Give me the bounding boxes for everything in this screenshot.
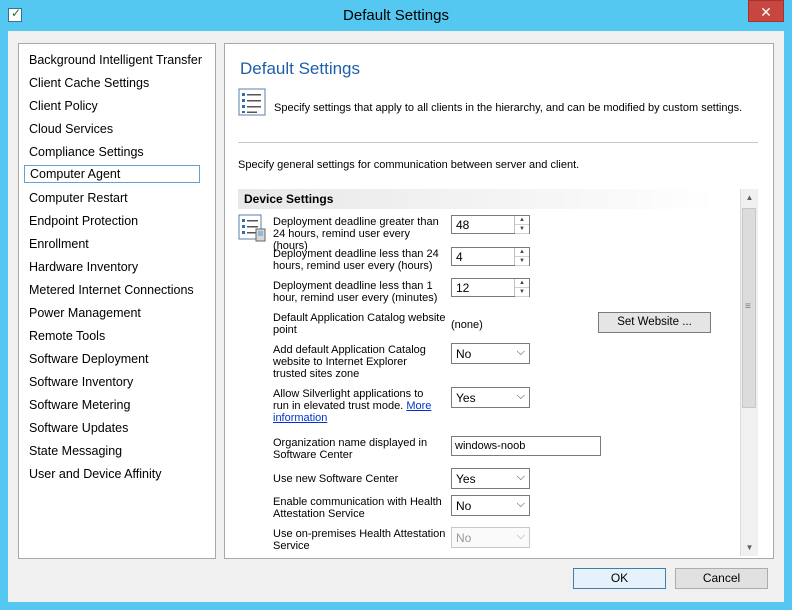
nav-item-compliance-settings[interactable]: Compliance Settings <box>24 143 200 161</box>
silverlight-label: Allow Silverlight applications to run in… <box>273 388 438 424</box>
deadline-lt1-value: 12 <box>456 281 470 295</box>
spin-up-icon[interactable]: ▲ <box>515 248 529 257</box>
add-catalog-ie-value: No <box>456 347 472 361</box>
deadline-lt24-label: Deployment deadline less than 24 hours, … <box>273 248 439 272</box>
device-settings-header: Device Settings <box>238 189 716 209</box>
dialog-client-area: Background Intelligent Transfer Client C… <box>8 31 784 602</box>
new-software-center-label: Use new Software Center <box>273 473 399 485</box>
nav-item-computer-agent[interactable]: Computer Agent <box>24 165 200 183</box>
settings-nav-list: Background Intelligent Transfer Client C… <box>18 43 216 559</box>
nav-item-user-and-device-affinity[interactable]: User and Device Affinity <box>24 465 200 483</box>
nav-item-client-policy[interactable]: Client Policy <box>24 97 200 115</box>
catalog-point-label: Default Application Catalog website poin… <box>273 312 446 336</box>
settings-content-panel: Default Settings Specify settings that a… <box>224 43 774 559</box>
nav-item-client-cache-settings[interactable]: Client Cache Settings <box>24 74 200 92</box>
onprem-health-label: Use on-premises Health Attestation Servi… <box>273 528 446 552</box>
cancel-button[interactable]: Cancel <box>675 568 768 589</box>
org-name-value: windows-noob <box>455 440 526 452</box>
group-title: Device Settings <box>244 192 334 206</box>
settings-list-icon <box>238 88 266 116</box>
nav-item-remote-tools[interactable]: Remote Tools <box>24 327 200 345</box>
page-title: Default Settings <box>240 59 361 78</box>
org-name-input[interactable]: windows-noob <box>451 436 601 456</box>
silverlight-text: Allow Silverlight applications to run in… <box>273 388 424 412</box>
nav-item-endpoint-protection[interactable]: Endpoint Protection <box>24 212 200 230</box>
nav-item-software-updates[interactable]: Software Updates <box>24 419 200 437</box>
spin-up-icon[interactable]: ▲ <box>515 279 529 288</box>
silverlight-select[interactable]: Yes ⌵ <box>451 387 530 408</box>
nav-item-cloud-services[interactable]: Cloud Services <box>24 120 200 138</box>
settings-description: Specify settings that apply to all clien… <box>274 102 743 114</box>
health-attestation-select[interactable]: No ⌵ <box>451 495 530 516</box>
nav-item-state-messaging[interactable]: State Messaging <box>24 442 200 460</box>
spin-up-icon[interactable]: ▲ <box>515 216 529 225</box>
nav-item-software-inventory[interactable]: Software Inventory <box>24 373 200 391</box>
nav-item-software-metering[interactable]: Software Metering <box>24 396 200 414</box>
onprem-health-value: No <box>456 531 472 545</box>
set-website-button[interactable]: Set Website ... <box>598 312 711 333</box>
nav-item-enrollment[interactable]: Enrollment <box>24 235 200 253</box>
silverlight-value: Yes <box>456 391 476 405</box>
separator <box>238 142 758 143</box>
spin-down-icon[interactable]: ▼ <box>515 257 529 266</box>
general-description: Specify general settings for communicati… <box>238 159 580 171</box>
add-catalog-ie-select[interactable]: No ⌵ <box>451 343 530 364</box>
spin-down-icon[interactable]: ▼ <box>515 288 529 297</box>
deadline-lt24-value: 4 <box>456 250 463 264</box>
vertical-scrollbar[interactable]: ▲ ≡ ▼ <box>740 189 758 556</box>
grip-icon: ≡ <box>745 301 751 312</box>
computer-agent-icon <box>238 214 266 242</box>
nav-item-power-management[interactable]: Power Management <box>24 304 200 322</box>
deadline-lt24-stepper[interactable]: 4 ▲ ▼ <box>451 247 530 266</box>
onprem-health-select: No ⌵ <box>451 527 530 548</box>
new-software-center-select[interactable]: Yes ⌵ <box>451 468 530 489</box>
nav-item-computer-restart[interactable]: Computer Restart <box>24 189 200 207</box>
deadline-gt24-stepper[interactable]: 48 ▲ ▼ <box>451 215 530 234</box>
chevron-down-icon: ⌵ <box>516 471 525 483</box>
title-bar: ✓ Default Settings ✕ <box>0 0 792 31</box>
catalog-point-value: (none) <box>451 319 483 331</box>
chevron-down-icon: ⌵ <box>516 390 525 402</box>
scroll-up-icon[interactable]: ▲ <box>741 189 758 206</box>
scroll-down-icon[interactable]: ▼ <box>741 539 758 556</box>
ok-button[interactable]: OK <box>573 568 666 589</box>
deadline-gt24-value: 48 <box>456 218 470 232</box>
health-attestation-value: No <box>456 499 472 513</box>
health-attestation-label: Enable communication with Health Attesta… <box>273 496 442 520</box>
deadline-gt24-label: Deployment deadline greater than 24 hour… <box>273 216 439 252</box>
deadline-lt1-stepper[interactable]: 12 ▲ ▼ <box>451 278 530 297</box>
scroll-thumb[interactable]: ≡ <box>742 208 756 408</box>
nav-item-background-intelligent-transfer[interactable]: Background Intelligent Transfer <box>24 51 202 69</box>
new-software-center-value: Yes <box>456 472 476 486</box>
add-catalog-ie-label: Add default Application Catalog website … <box>273 344 426 380</box>
nav-item-software-deployment[interactable]: Software Deployment <box>24 350 200 368</box>
close-button[interactable]: ✕ <box>748 0 784 22</box>
nav-item-metered-internet-connections[interactable]: Metered Internet Connections <box>24 281 200 299</box>
window-title: Default Settings <box>343 7 449 24</box>
nav-item-hardware-inventory[interactable]: Hardware Inventory <box>24 258 200 276</box>
org-name-label: Organization name displayed in Software … <box>273 437 428 461</box>
spin-down-icon[interactable]: ▼ <box>515 225 529 234</box>
chevron-down-icon: ⌵ <box>516 530 525 542</box>
chevron-down-icon: ⌵ <box>516 346 525 358</box>
chevron-down-icon: ⌵ <box>516 498 525 510</box>
deadline-lt1-label: Deployment deadline less than 1 hour, re… <box>273 280 438 304</box>
